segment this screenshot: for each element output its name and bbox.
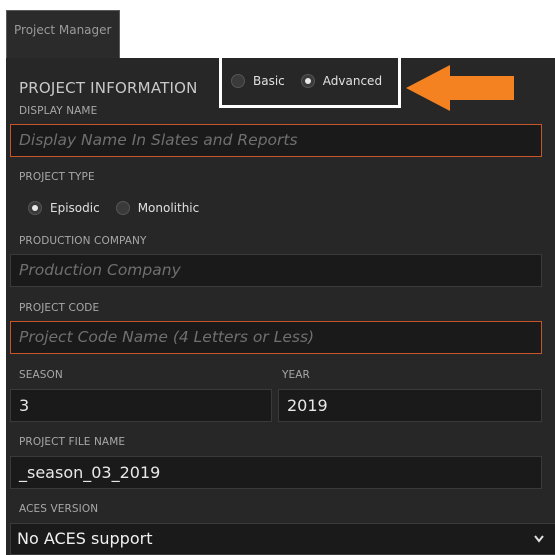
project-file-name-input[interactable]: _season_03_2019 [10,456,542,489]
production-company-label: PRODUCTION COMPANY [19,235,147,247]
year-input[interactable]: 2019 [278,389,542,422]
season-label: SEASON [19,369,63,381]
chevron-down-icon [534,535,544,543]
radio-monolithic[interactable] [115,201,130,215]
radio-selected-dot [32,205,38,211]
radio-episodic-label[interactable]: Episodic [50,201,100,215]
project-file-name-label: PROJECT FILE NAME [19,436,126,448]
display-name-label: DISPLAY NAME [19,105,98,117]
aces-version-label: ACES VERSION [19,503,99,515]
project-code-input[interactable]: Project Code Name (4 Letters or Less) [10,321,542,354]
radio-advanced[interactable] [300,74,315,88]
year-label: YEAR [282,369,310,381]
section-title: PROJECT INFORMATION [19,79,198,97]
mode-radio-group: Basic Advanced [231,74,398,88]
production-company-input[interactable]: Production Company [10,254,542,287]
aces-version-select[interactable]: No ACES support [10,523,555,555]
tab-project-manager[interactable]: Project Manager [6,10,120,59]
orange-arrow-icon [406,65,514,111]
display-name-input[interactable]: Display Name In Slates and Reports [10,124,542,157]
radio-monolithic-label[interactable]: Monolithic [138,201,200,215]
aces-version-value: No ACES support [17,529,153,548]
project-type-label: PROJECT TYPE [19,171,95,183]
project-information-panel: PROJECT INFORMATION Basic Advanced DISPL… [6,45,555,555]
project-code-label: PROJECT CODE [19,302,100,314]
season-input[interactable]: 3 [10,389,272,422]
radio-episodic[interactable] [28,201,42,215]
project-type-radio-group: Episodic Monolithic [28,201,215,215]
radio-basic-label[interactable]: Basic [253,74,285,88]
radio-basic[interactable] [231,74,245,88]
radio-selected-dot [304,78,311,84]
radio-advanced-label[interactable]: Advanced [323,74,382,88]
tab-label: Project Manager [14,23,112,37]
